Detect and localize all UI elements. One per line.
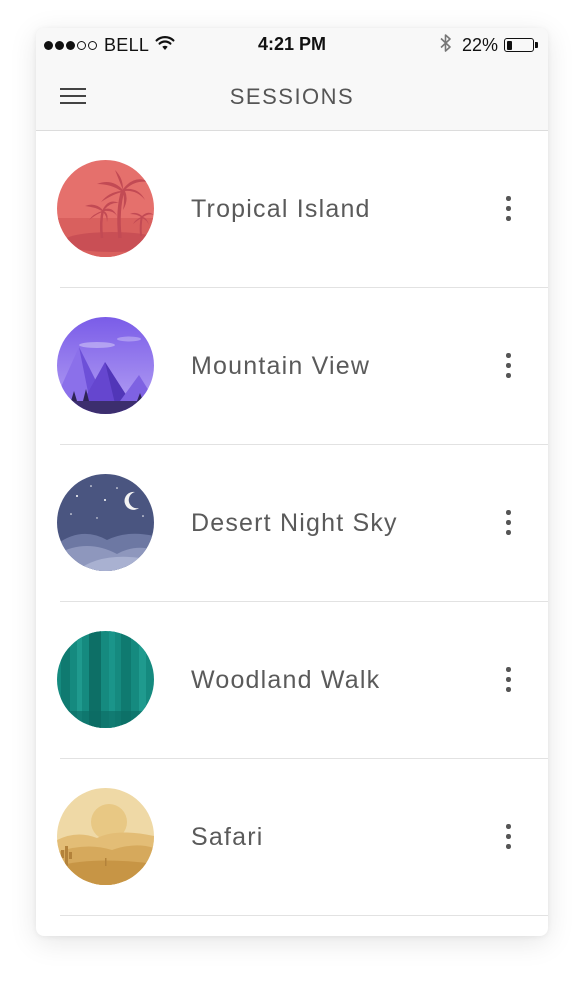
session-item-safari[interactable]: Safari [36, 759, 548, 916]
safari-thumbnail [57, 788, 154, 885]
battery-level [506, 40, 512, 50]
tropical-island-thumbnail [57, 160, 154, 257]
status-bar: BELL 4:21 PM 22% [36, 28, 548, 62]
session-title: Woodland Walk [191, 666, 381, 694]
battery-percent: 22% [461, 34, 498, 55]
divider [60, 915, 548, 916]
more-vertical-icon[interactable] [498, 193, 518, 225]
battery-icon [504, 38, 534, 52]
phone-screen: BELL 4:21 PM 22% SESSIONS Tropical Islan… [36, 28, 548, 936]
more-vertical-icon[interactable] [498, 664, 518, 696]
session-title: Mountain View [191, 352, 371, 380]
battery-nub [535, 42, 538, 48]
more-vertical-icon[interactable] [498, 507, 518, 539]
more-vertical-icon[interactable] [498, 821, 518, 853]
more-vertical-icon[interactable] [498, 350, 518, 382]
session-item-mountain-view[interactable]: Mountain View [36, 288, 548, 445]
page-title: SESSIONS [229, 84, 355, 109]
navigation-bar: SESSIONS [36, 62, 548, 131]
session-title: Safari [191, 823, 264, 851]
session-list: Tropical Island Mountain View Desert Nig… [36, 131, 548, 916]
woodland-walk-thumbnail [57, 631, 154, 728]
status-right: 22% [440, 33, 538, 58]
session-item-woodland-walk[interactable]: Woodland Walk [36, 602, 548, 759]
session-item-desert-night-sky[interactable]: Desert Night Sky [36, 445, 548, 602]
session-title: Tropical Island [191, 195, 371, 223]
mountain-view-thumbnail [57, 317, 154, 414]
session-item-tropical-island[interactable]: Tropical Island [36, 131, 548, 288]
desert-night-sky-thumbnail [57, 474, 154, 571]
bluetooth-icon [440, 33, 452, 58]
session-title: Desert Night Sky [191, 509, 398, 537]
